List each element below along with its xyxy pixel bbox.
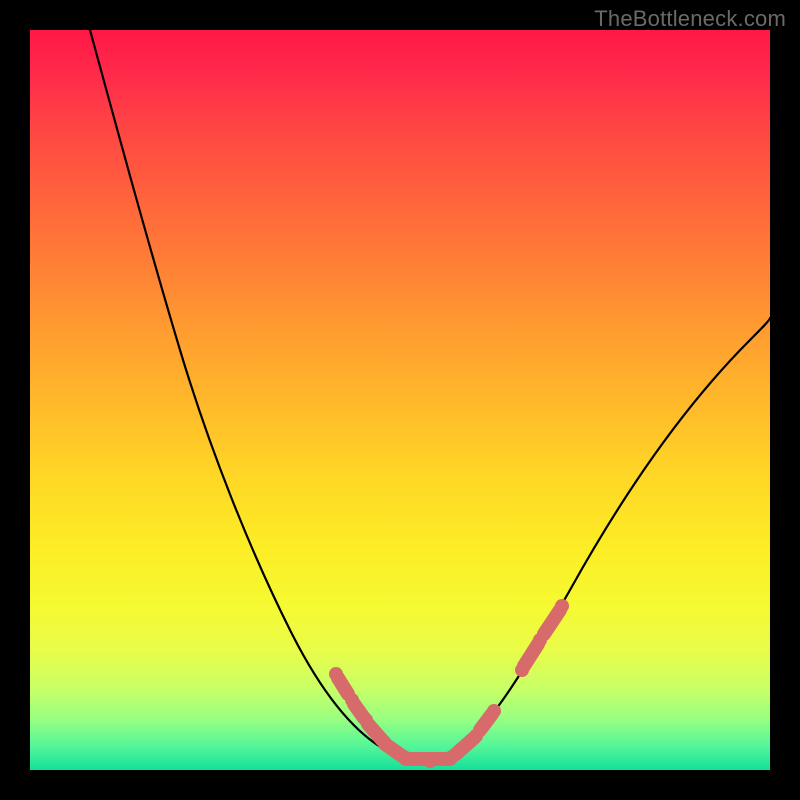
marker-dot bbox=[469, 729, 483, 743]
marker-seg-l1 bbox=[338, 678, 348, 694]
marker-dot bbox=[359, 713, 373, 727]
plot-area bbox=[30, 30, 770, 770]
marker-dot bbox=[345, 693, 359, 707]
marker-dot bbox=[423, 754, 437, 768]
marker-dot bbox=[515, 663, 529, 677]
marker-dot bbox=[397, 750, 411, 764]
marker-dot bbox=[445, 750, 459, 764]
bottleneck-curve bbox=[90, 30, 770, 761]
marker-dot bbox=[377, 735, 391, 749]
marker-dot bbox=[487, 704, 501, 718]
marker-dot bbox=[555, 599, 569, 613]
chart-svg bbox=[30, 30, 770, 770]
marker-dot bbox=[533, 633, 547, 647]
marker-seg-r3 bbox=[524, 644, 538, 666]
watermark-brand: TheBottleneck.com bbox=[594, 6, 786, 32]
marker-seg-r4 bbox=[544, 610, 560, 634]
marker-dot bbox=[329, 667, 343, 681]
chart-frame: TheBottleneck.com bbox=[0, 0, 800, 800]
